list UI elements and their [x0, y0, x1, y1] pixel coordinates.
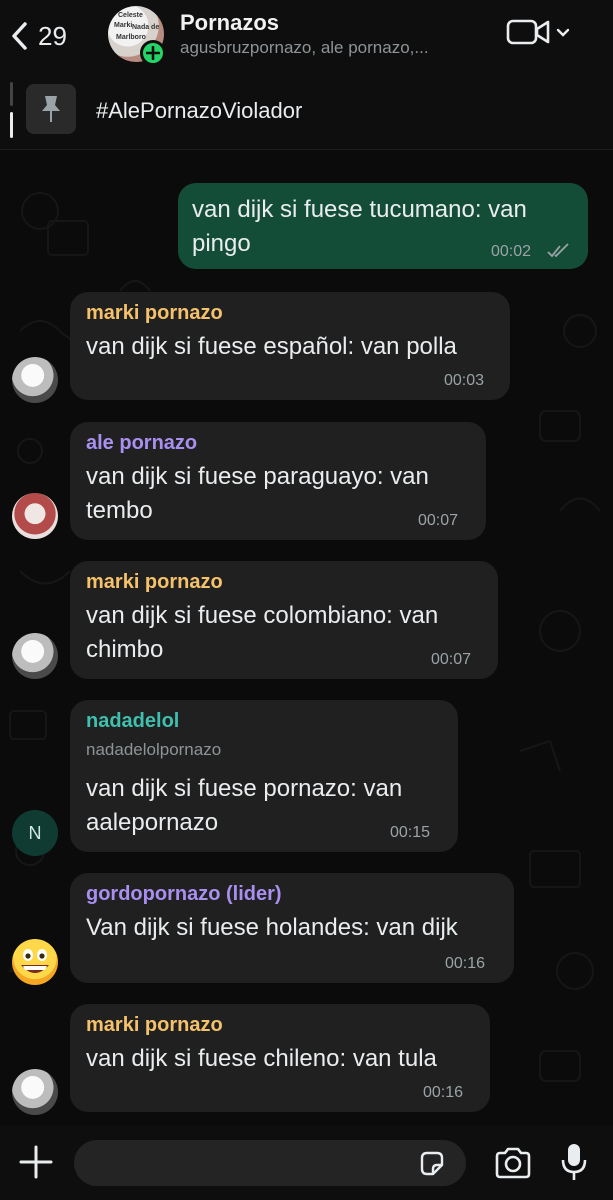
- plus-icon: [19, 1145, 53, 1179]
- avatar[interactable]: [12, 357, 58, 403]
- avatar[interactable]: [12, 633, 58, 679]
- avatar-text: Nada de: [132, 24, 160, 31]
- video-call-button[interactable]: [506, 16, 576, 52]
- attach-button[interactable]: [18, 1144, 54, 1180]
- message-bubble-incoming[interactable]: marki pornazo van dijk si fuese chileno:…: [70, 1004, 490, 1112]
- message-time: 00:07: [418, 512, 459, 529]
- sender-name[interactable]: marki pornazo: [86, 571, 223, 594]
- message-time: 00:07: [431, 651, 472, 668]
- message-time: 00:16: [423, 1084, 464, 1101]
- avatar[interactable]: [12, 493, 58, 539]
- chat-participants[interactable]: agusbruzpornazo, ale pornazo,...: [180, 38, 480, 58]
- sender-name[interactable]: marki pornazo: [86, 1014, 223, 1037]
- pinned-indicator: [10, 82, 13, 138]
- microphone-icon: [561, 1144, 587, 1180]
- sender-name[interactable]: ale pornazo: [86, 432, 197, 455]
- message-time: 00:16: [445, 955, 486, 972]
- avatar[interactable]: [12, 939, 58, 985]
- avatar-text: Celeste: [118, 12, 143, 19]
- avatar-initial: N: [28, 822, 42, 843]
- message-bubble-outgoing[interactable]: van dijk si fuese tucumano: van pingo 00…: [178, 183, 588, 269]
- message-text: Van dijk si fuese holandes: van dijk: [86, 914, 458, 941]
- chat-header: 29 Celeste Marki Nada de Marlboro Pornaz…: [0, 0, 613, 72]
- video-camera-icon: [506, 17, 552, 52]
- message-text: van dijk si fuese colombiano: van chimbo: [86, 602, 439, 663]
- compose-bar: [0, 1126, 613, 1200]
- message-text: van dijk si fuese chileno: van tula: [86, 1045, 437, 1072]
- chevron-left-icon: [10, 21, 28, 51]
- voice-message-button[interactable]: [560, 1142, 588, 1182]
- message-time: 00:02: [491, 243, 532, 260]
- sticker-button[interactable]: [418, 1150, 446, 1178]
- avatar[interactable]: N: [12, 810, 58, 856]
- add-member-badge[interactable]: [140, 40, 166, 66]
- sender-name[interactable]: gordopornazo (lider): [86, 883, 282, 906]
- sticker-icon: [420, 1151, 444, 1176]
- message-bubble-incoming[interactable]: nadadelol nadadelolpornazo van dijk si f…: [70, 700, 458, 852]
- message-list[interactable]: van dijk si fuese tucumano: van pingo 00…: [0, 151, 613, 1126]
- message-bubble-incoming[interactable]: gordopornazo (lider) Van dijk si fuese h…: [70, 873, 514, 983]
- grin-emoji-icon: [21, 949, 49, 973]
- message-bubble-incoming[interactable]: marki pornazo van dijk si fuese colombia…: [70, 561, 498, 679]
- sender-name[interactable]: marki pornazo: [86, 302, 223, 325]
- unread-count: 29: [38, 20, 67, 51]
- double-check-icon: [546, 243, 570, 264]
- sender-handle: nadadelolpornazo: [86, 740, 222, 759]
- camera-icon: [495, 1147, 531, 1179]
- chevron-down-icon: [556, 25, 570, 43]
- camera-button[interactable]: [494, 1146, 532, 1180]
- message-time: 00:03: [444, 372, 485, 389]
- pinned-message-bar[interactable]: #AlePornazoViolador: [0, 72, 613, 150]
- pinned-text: #AlePornazoViolador: [96, 98, 303, 123]
- message-bubble-incoming[interactable]: marki pornazo van dijk si fuese español:…: [70, 292, 510, 400]
- avatar-text: Marlboro: [116, 34, 146, 41]
- chat-title[interactable]: Pornazos: [180, 10, 279, 36]
- message-time: 00:15: [390, 824, 431, 841]
- sender-name[interactable]: nadadelol: [86, 710, 179, 733]
- pin-icon: [26, 84, 76, 134]
- avatar-text: Marki: [114, 22, 133, 29]
- message-input[interactable]: [74, 1140, 466, 1186]
- back-button[interactable]: 29: [10, 16, 90, 56]
- message-text: van dijk si fuese español: van polla: [86, 333, 457, 360]
- plus-icon: [146, 46, 160, 60]
- avatar[interactable]: [12, 1069, 58, 1115]
- message-bubble-incoming[interactable]: ale pornazo van dijk si fuese paraguayo:…: [70, 422, 486, 540]
